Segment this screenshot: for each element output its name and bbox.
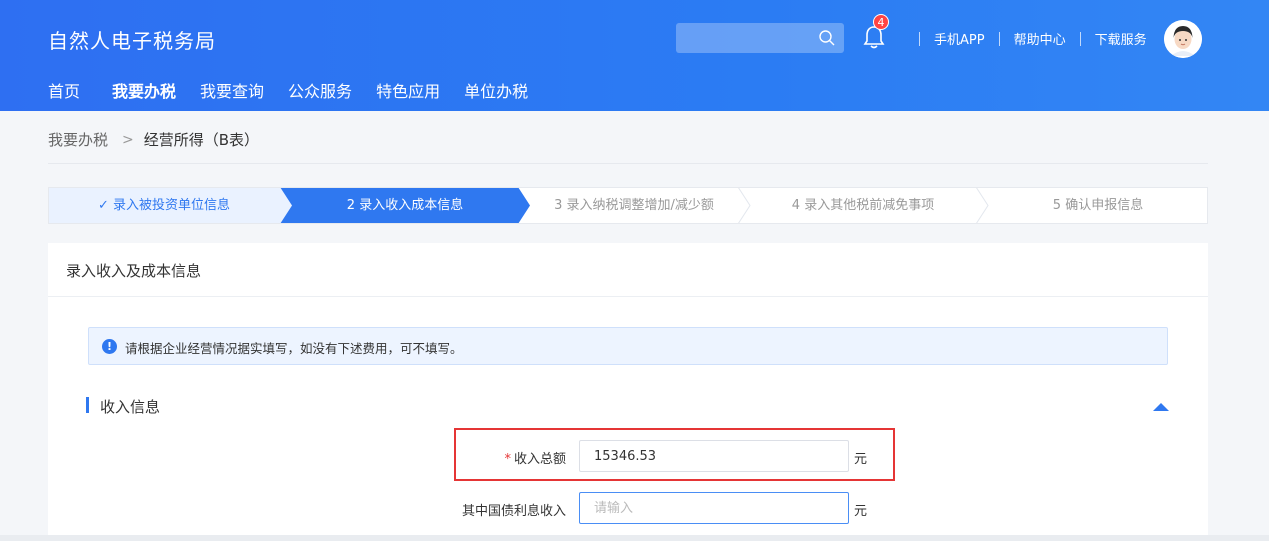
notice-text: 请根据企业经营情况据实填写，如没有下述费用，可不填写。 [125, 341, 463, 356]
top-header: 自然人电子税务局 首页 我要办税 我要查询 公众服务 特色应用 单位办税 4 手… [0, 0, 1269, 111]
divider [1079, 31, 1081, 46]
breadcrumb-current: 经营所得（B表） [143, 131, 260, 149]
search-input[interactable] [676, 23, 844, 53]
breadcrumb: 我要办税 > 经营所得（B表） [48, 129, 259, 150]
step-4[interactable]: 4 录入其他税前减免事项 [750, 187, 976, 224]
total-income-label: * 收入总额 [436, 448, 566, 467]
card-title: 录入收入及成本信息 [66, 262, 202, 280]
bottom-edge [0, 535, 1269, 541]
nav-public-service[interactable]: 公众服务 [288, 79, 352, 105]
main-nav: 首页 我要办税 我要查询 公众服务 特色应用 单位办税 [48, 79, 552, 105]
divider [919, 31, 920, 46]
bond-interest-unit: 元 [854, 504, 868, 519]
total-income-unit: 元 [854, 452, 868, 467]
bond-interest-label: 其中国债利息收入 [461, 504, 566, 519]
nav-home[interactable]: 首页 [48, 79, 80, 105]
app-title[interactable]: 自然人电子税务局 [48, 25, 216, 54]
divider [48, 296, 1208, 297]
step-3[interactable]: 3 录入纳税调整增加/减少额 [530, 187, 738, 224]
divider [998, 31, 1000, 46]
top-links: 手机APP 帮助中心 下载服务 [905, 29, 1147, 48]
required-mark: * [504, 452, 511, 467]
help-center-link[interactable]: 帮助中心 [1014, 29, 1066, 48]
step-2[interactable]: 2 录入收入成本信息 [292, 187, 518, 224]
search-icon[interactable] [818, 29, 836, 47]
bond-interest-input[interactable] [579, 492, 849, 524]
divider [48, 163, 1208, 164]
download-service-link[interactable]: 下载服务 [1095, 29, 1147, 48]
breadcrumb-root[interactable]: 我要办税 [48, 129, 108, 150]
step-progress: ✓ 录入被投资单位信息 2 录入收入成本信息 3 录入纳税调整增加/减少额 4 … [48, 187, 1208, 224]
chevron-right-icon: > [122, 131, 134, 148]
step-1[interactable]: ✓ 录入被投资单位信息 [48, 187, 280, 224]
notice-banner: ! 请根据企业经营情况据实填写，如没有下述费用，可不填写。 [88, 327, 1168, 365]
total-income-label-text: 收入总额 [513, 452, 566, 467]
info-icon: ! [102, 339, 117, 354]
step-5[interactable]: 5 确认申报信息 [988, 187, 1208, 224]
income-cost-card: 录入收入及成本信息 ! 请根据企业经营情况据实填写，如没有下述费用，可不填写。 … [48, 243, 1208, 541]
user-avatar-icon [1164, 20, 1202, 58]
avatar[interactable] [1164, 20, 1202, 58]
nav-unit-tax[interactable]: 单位办税 [464, 79, 528, 105]
nav-tax-handling[interactable]: 我要办税 [112, 79, 176, 105]
section-title: 收入信息 [100, 398, 161, 416]
section-marker [86, 397, 89, 413]
mobile-app-link[interactable]: 手机APP [934, 29, 985, 48]
caret-up-icon[interactable] [1152, 402, 1170, 412]
notification-badge: 4 [873, 14, 889, 30]
nav-query[interactable]: 我要查询 [200, 79, 264, 105]
nav-special-apps[interactable]: 特色应用 [376, 79, 440, 105]
total-income-input[interactable] [579, 440, 849, 472]
